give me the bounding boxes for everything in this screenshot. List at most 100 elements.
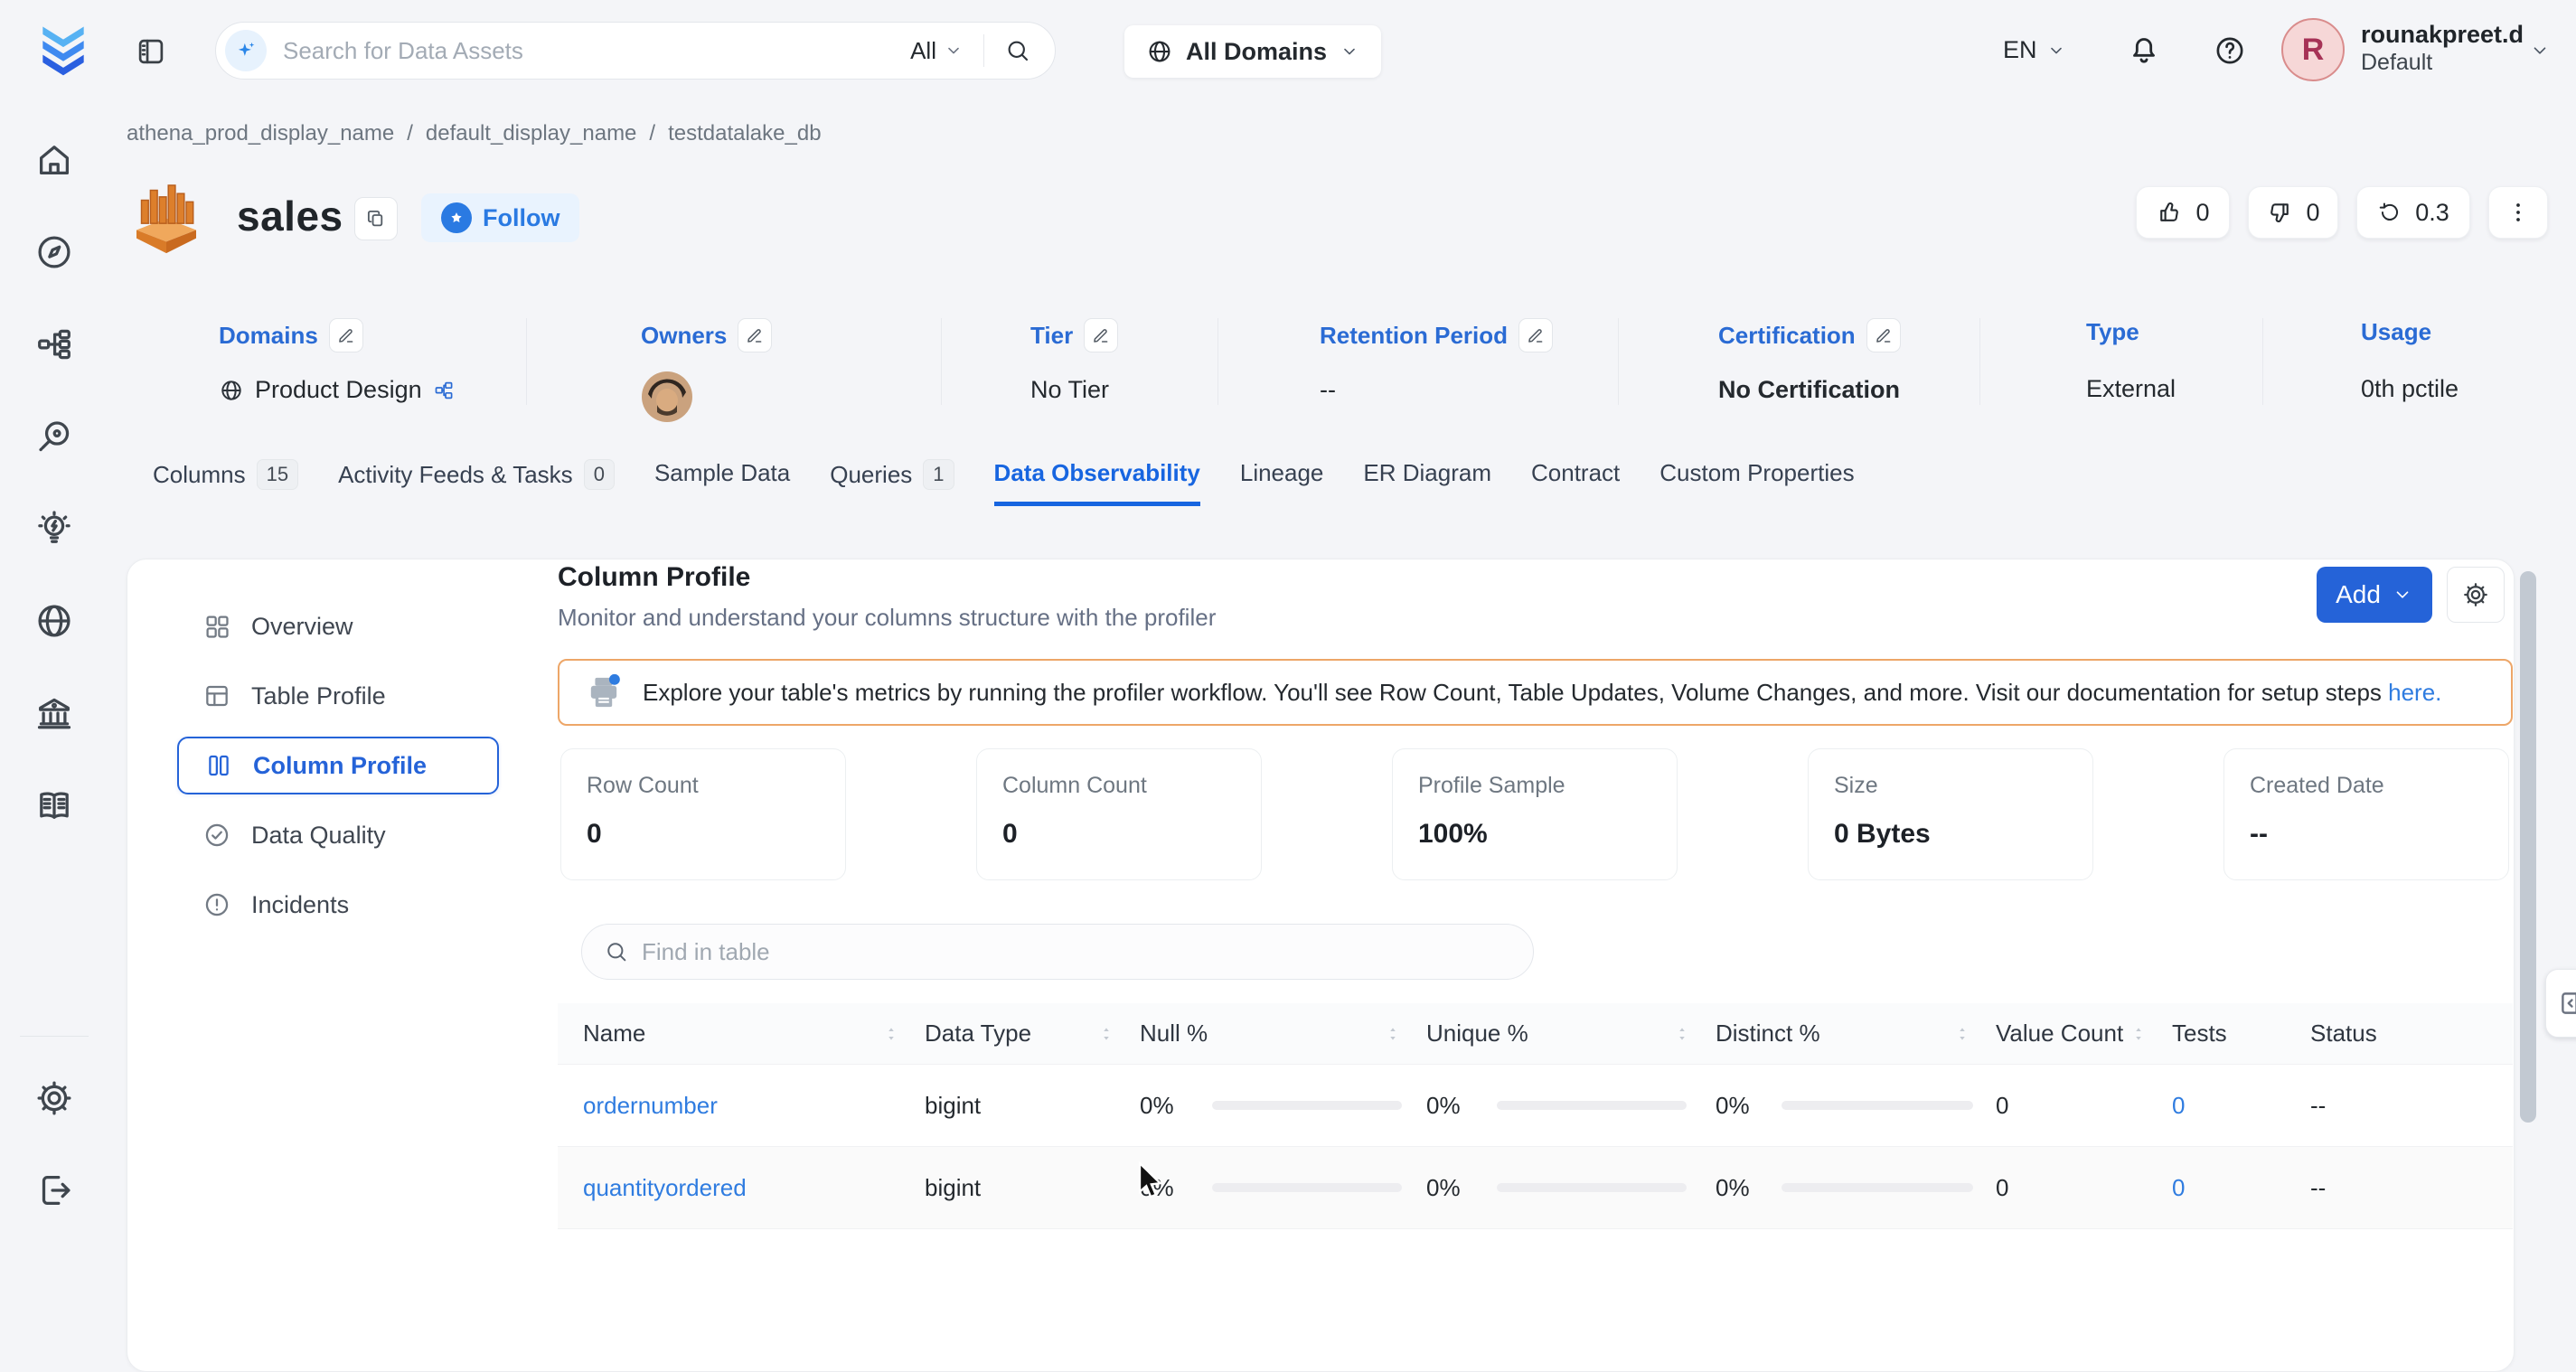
all-domains-button[interactable]: All Domains xyxy=(1124,25,1381,78)
type-value: External xyxy=(2086,375,2176,403)
col-header-tests: Tests xyxy=(2172,1020,2227,1048)
panel-collapse-icon xyxy=(2557,988,2576,1019)
domains-icon[interactable] xyxy=(33,600,75,642)
domains-value[interactable]: Product Design xyxy=(219,376,455,404)
downvote-button[interactable]: 0 xyxy=(2248,186,2338,239)
copy-name-button[interactable] xyxy=(354,197,398,240)
collapse-panel-button[interactable] xyxy=(2545,969,2576,1038)
meta-divider xyxy=(1618,318,1619,405)
table-row: quantityordered bigint 0% 0% 0% 0 0 -- xyxy=(558,1147,2513,1229)
find-in-table-input[interactable] xyxy=(642,938,1511,966)
menu-item-overview[interactable]: Overview xyxy=(177,597,499,655)
language-dropdown[interactable]: EN xyxy=(2003,36,2066,64)
table-row: ordernumber bigint 0% 0% 0% 0 0 -- xyxy=(558,1065,2513,1147)
cell-unique-pct: 0% xyxy=(1426,1174,1461,1202)
column-name-link[interactable]: ordernumber xyxy=(583,1092,718,1120)
profiler-banner: Explore your table's metrics by running … xyxy=(558,659,2513,726)
sort-icon[interactable] xyxy=(1096,1024,1116,1044)
insights-icon[interactable] xyxy=(33,508,75,550)
type-label: Type xyxy=(2086,318,2139,346)
sort-icon[interactable] xyxy=(2129,1024,2148,1044)
governance-icon[interactable] xyxy=(33,692,75,734)
menu-item-data-quality[interactable]: Data Quality xyxy=(177,806,499,864)
breadcrumb-item[interactable]: athena_prod_display_name xyxy=(127,121,394,146)
sort-icon[interactable] xyxy=(1952,1024,1972,1044)
sort-icon[interactable] xyxy=(1672,1024,1692,1044)
explore-icon[interactable] xyxy=(33,231,75,273)
version-history-icon xyxy=(2377,200,2402,225)
meta-divider xyxy=(2262,318,2263,405)
glossary-icon[interactable] xyxy=(33,785,75,826)
edit-owners-button[interactable] xyxy=(738,318,772,352)
banner-here-link[interactable]: here. xyxy=(2388,679,2441,706)
cell-unique-pct: 0% xyxy=(1426,1092,1461,1120)
upvote-button[interactable]: 0 xyxy=(2136,186,2230,239)
chevron-down-icon xyxy=(944,41,964,61)
tab-contract[interactable]: Contract xyxy=(1531,459,1620,502)
edit-domains-button[interactable] xyxy=(329,318,363,352)
profiler-settings-button[interactable] xyxy=(2447,567,2505,623)
meta-divider xyxy=(526,318,527,405)
tab-er-diagram[interactable]: ER Diagram xyxy=(1363,459,1491,502)
edit-retention-button[interactable] xyxy=(1518,318,1553,352)
logout-icon[interactable] xyxy=(33,1170,75,1211)
app-logo[interactable] xyxy=(33,18,94,86)
ai-sparkle-icon[interactable] xyxy=(225,30,267,71)
edit-certification-button[interactable] xyxy=(1866,318,1901,352)
tab-lineage[interactable]: Lineage xyxy=(1240,459,1324,502)
thumbs-up-icon xyxy=(2156,199,2183,226)
tab-sample-data[interactable]: Sample Data xyxy=(654,459,790,502)
distinct-progress-bar xyxy=(1782,1183,1973,1192)
cell-data-type: bigint xyxy=(925,1174,981,1202)
app-root: All All Domains EN R rounakpreet.d Defau… xyxy=(0,0,2576,1235)
owner-avatar[interactable] xyxy=(641,371,772,428)
tab-columns[interactable]: Columns15 xyxy=(153,459,298,504)
more-actions-button[interactable] xyxy=(2488,186,2548,239)
avatar-initial: R xyxy=(2302,33,2325,68)
col-header-unique: Unique % xyxy=(1426,1020,1528,1048)
column-name-link[interactable]: quantityordered xyxy=(583,1174,747,1202)
find-in-table xyxy=(581,924,1534,980)
thumbs-down-icon xyxy=(2266,199,2293,226)
tab-queries[interactable]: Queries1 xyxy=(830,459,954,504)
sort-icon[interactable] xyxy=(881,1024,901,1044)
sort-icon[interactable] xyxy=(1383,1024,1403,1044)
user-menu[interactable]: rounakpreet.d Default xyxy=(2361,20,2524,78)
breadcrumb-separator: / xyxy=(407,121,413,146)
globe-icon xyxy=(219,378,244,403)
help-icon[interactable] xyxy=(2213,33,2247,68)
discovery-icon[interactable] xyxy=(33,416,75,457)
cell-tests-link[interactable]: 0 xyxy=(2172,1174,2185,1202)
tab-activity-feeds[interactable]: Activity Feeds & Tasks0 xyxy=(338,459,615,504)
tab-data-observability[interactable]: Data Observability xyxy=(994,459,1200,506)
cell-null-pct: 0% xyxy=(1140,1174,1174,1202)
add-button[interactable]: Add xyxy=(2317,567,2432,623)
version-button[interactable]: 0.3 xyxy=(2356,186,2470,239)
menu-item-column-profile[interactable]: Column Profile xyxy=(177,737,499,794)
data-assets-graph-icon[interactable] xyxy=(33,324,75,365)
menu-item-incidents[interactable]: Incidents xyxy=(177,876,499,934)
breadcrumb-item[interactable]: testdatalake_db xyxy=(668,121,821,146)
user-avatar[interactable]: R xyxy=(2281,18,2345,81)
vertical-scrollbar[interactable] xyxy=(2520,571,2536,1123)
user-chevron-down-icon[interactable] xyxy=(2529,40,2551,61)
home-icon[interactable] xyxy=(33,139,75,181)
tab-count-badge: 0 xyxy=(584,459,615,490)
tab-custom-properties[interactable]: Custom Properties xyxy=(1659,459,1854,502)
settings-icon[interactable] xyxy=(33,1077,75,1119)
meta-divider xyxy=(1217,318,1218,405)
menu-item-table-profile[interactable]: Table Profile xyxy=(177,667,499,725)
user-name: rounakpreet.d xyxy=(2361,20,2524,49)
notifications-bell-icon[interactable] xyxy=(2126,33,2162,69)
search-input[interactable] xyxy=(283,37,910,65)
meta-domains: Domains Product Design xyxy=(219,318,455,404)
search-scope-dropdown[interactable]: All xyxy=(910,37,964,65)
pencil-icon xyxy=(336,325,356,345)
search-divider xyxy=(983,34,984,67)
sidebar-toggle-icon[interactable] xyxy=(134,34,168,69)
cell-tests-link[interactable]: 0 xyxy=(2172,1092,2185,1120)
search-icon[interactable] xyxy=(1004,37,1031,64)
edit-tier-button[interactable] xyxy=(1084,318,1118,352)
breadcrumb-item[interactable]: default_display_name xyxy=(426,121,637,146)
follow-button[interactable]: Follow xyxy=(421,193,579,242)
